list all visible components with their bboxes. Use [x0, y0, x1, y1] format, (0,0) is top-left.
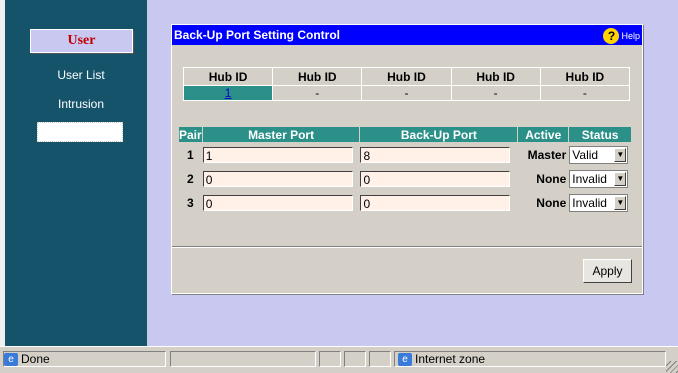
sidebar-item-user-list[interactable]: User List: [10, 68, 152, 82]
status-select-value: Invalid: [572, 171, 607, 186]
active-value: None: [517, 190, 570, 215]
col-status: Status: [568, 126, 632, 143]
status-select-value: Invalid: [572, 195, 607, 210]
zone-text: Internet zone: [415, 352, 486, 366]
status-select[interactable]: Invalid ▼: [569, 193, 629, 212]
zone-cell: e Internet zone: [394, 351, 666, 367]
panel-titlebar: Back-Up Port Setting Control ? Help: [172, 25, 642, 45]
divider: [172, 246, 642, 248]
hub-id-cell: -: [539, 85, 631, 101]
chevron-down-icon[interactable]: ▼: [614, 195, 627, 210]
table-row: 1 1 8 Master Valid ▼: [178, 142, 632, 167]
status-select-value: Valid: [572, 147, 599, 162]
active-value: None: [517, 166, 570, 191]
chevron-down-icon[interactable]: ▼: [614, 171, 627, 186]
main-area: Back-Up Port Setting Control ? Help Hub …: [147, 0, 678, 346]
table-row: 3 0 0 None Invalid ▼: [178, 190, 632, 215]
col-active: Active: [517, 126, 570, 143]
backup-port-input[interactable]: 0: [360, 170, 511, 187]
backup-port-panel: Back-Up Port Setting Control ? Help Hub …: [171, 24, 643, 294]
hub-id-cell: -: [361, 85, 452, 101]
hub-id-cell: -: [272, 85, 363, 101]
hub-id-cell-selected: 1: [182, 85, 274, 101]
status-select[interactable]: Valid ▼: [569, 145, 629, 164]
pair-number: 3: [178, 190, 203, 215]
master-port-input[interactable]: 1: [202, 146, 353, 163]
sidebar-item-intrusion[interactable]: Intrusion: [10, 97, 152, 111]
hub-id-header: Hub ID: [539, 67, 631, 86]
hub-id-header: Hub ID: [182, 67, 274, 86]
sidebar: User User List Intrusion BackUP Port: [0, 0, 147, 346]
resize-grip[interactable]: [666, 361, 678, 373]
backup-port-input[interactable]: 8: [360, 146, 511, 163]
status-cell: [170, 351, 316, 367]
sidebar-header-user[interactable]: User: [30, 29, 133, 53]
apply-button[interactable]: Apply: [583, 259, 632, 283]
col-backup-port: Back-Up Port: [359, 126, 519, 143]
internet-zone-icon: e: [398, 353, 412, 367]
status-cell: [369, 351, 391, 367]
status-select[interactable]: Invalid ▼: [569, 169, 629, 188]
page-icon: e: [4, 353, 18, 367]
hub-id-table: Hub ID Hub ID Hub ID Hub ID Hub ID 1 - -…: [182, 67, 631, 101]
help-icon: ?: [603, 28, 620, 44]
browser-status-bar: e Done e Internet zone: [0, 346, 678, 373]
hub-id-link-1[interactable]: 1: [225, 86, 232, 100]
chevron-down-icon[interactable]: ▼: [614, 147, 627, 162]
status-text: Done: [21, 352, 50, 366]
status-text-cell: e Done: [3, 351, 166, 367]
sidebar-item-backup-port[interactable]: BackUP Port: [37, 122, 123, 142]
hub-id-cell: -: [450, 85, 541, 101]
port-settings-table: Pair Master Port Back-Up Port Active Sta…: [178, 126, 632, 215]
help-button[interactable]: ? Help: [603, 26, 640, 46]
master-port-input[interactable]: 0: [202, 194, 353, 211]
backup-port-input[interactable]: 0: [360, 194, 511, 211]
pair-number: 2: [178, 166, 203, 191]
table-row: 2 0 0 None Invalid ▼: [178, 166, 632, 191]
status-cell: [344, 351, 366, 367]
status-cell: [319, 351, 341, 367]
pair-number: 1: [178, 142, 203, 167]
col-master-port: Master Port: [201, 126, 361, 143]
hub-id-header: Hub ID: [272, 67, 363, 86]
master-port-input[interactable]: 0: [202, 170, 353, 187]
hub-id-header: Hub ID: [361, 67, 452, 86]
help-label: Help: [621, 31, 640, 41]
hub-id-header: Hub ID: [450, 67, 541, 86]
panel-title: Back-Up Port Setting Control: [174, 28, 341, 42]
active-value: Master: [517, 142, 570, 167]
col-pair: Pair: [178, 126, 203, 143]
